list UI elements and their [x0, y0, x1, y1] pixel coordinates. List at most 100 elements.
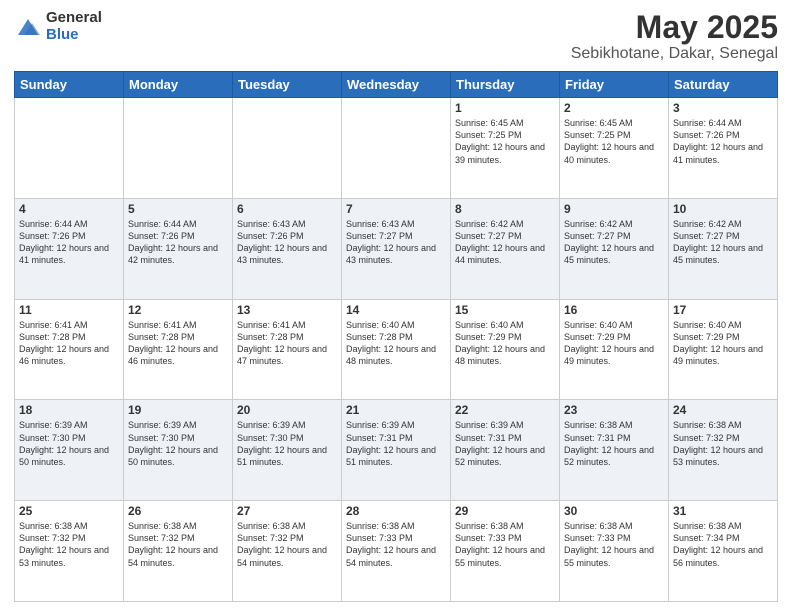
table-row: 8 Sunrise: 6:42 AMSunset: 7:27 PMDaylight…	[451, 198, 560, 299]
table-row: 14 Sunrise: 6:40 AMSunset: 7:28 PMDayligh…	[342, 299, 451, 400]
cell-number: 6	[237, 202, 337, 216]
table-row: 21 Sunrise: 6:39 AMSunset: 7:31 PMDayligh…	[342, 400, 451, 501]
cell-number: 21	[346, 403, 446, 417]
table-row: 18 Sunrise: 6:39 AMSunset: 7:30 PMDayligh…	[15, 400, 124, 501]
cell-number: 3	[673, 101, 773, 115]
cell-number: 14	[346, 303, 446, 317]
logo: General Blue	[14, 10, 102, 43]
cell-number: 30	[564, 504, 664, 518]
cell-info: Sunrise: 6:42 AMSunset: 7:27 PMDaylight:…	[673, 219, 763, 265]
cell-number: 24	[673, 403, 773, 417]
cell-info: Sunrise: 6:43 AMSunset: 7:27 PMDaylight:…	[346, 219, 436, 265]
cell-info: Sunrise: 6:44 AMSunset: 7:26 PMDaylight:…	[673, 118, 763, 164]
header-friday: Friday	[560, 72, 669, 98]
cell-number: 20	[237, 403, 337, 417]
table-row: 11 Sunrise: 6:41 AMSunset: 7:28 PMDayligh…	[15, 299, 124, 400]
cell-info: Sunrise: 6:38 AMSunset: 7:31 PMDaylight:…	[564, 420, 654, 466]
cell-number: 26	[128, 504, 228, 518]
table-row: 17Sunrise: 6:40 AMSunset: 7:29 PMDayligh…	[669, 299, 778, 400]
table-row: 22 Sunrise: 6:39 AMSunset: 7:31 PMDayligh…	[451, 400, 560, 501]
cell-number: 17	[673, 303, 773, 317]
cell-info: Sunrise: 6:38 AMSunset: 7:33 PMDaylight:…	[346, 521, 436, 567]
table-row	[124, 98, 233, 199]
table-row	[342, 98, 451, 199]
cell-number: 18	[19, 403, 119, 417]
calendar-week-row: 18 Sunrise: 6:39 AMSunset: 7:30 PMDayligh…	[15, 400, 778, 501]
cell-info: Sunrise: 6:40 AMSunset: 7:28 PMDaylight:…	[346, 320, 436, 366]
cell-number: 7	[346, 202, 446, 216]
cell-info: Sunrise: 6:38 AMSunset: 7:32 PMDaylight:…	[19, 521, 109, 567]
table-row: 30 Sunrise: 6:38 AMSunset: 7:33 PMDayligh…	[560, 501, 669, 602]
cell-info: Sunrise: 6:41 AMSunset: 7:28 PMDaylight:…	[19, 320, 109, 366]
cell-info: Sunrise: 6:39 AMSunset: 7:31 PMDaylight:…	[346, 420, 436, 466]
cell-number: 4	[19, 202, 119, 216]
cell-number: 23	[564, 403, 664, 417]
cell-number: 1	[455, 101, 555, 115]
cell-info: Sunrise: 6:39 AMSunset: 7:31 PMDaylight:…	[455, 420, 545, 466]
cell-number: 31	[673, 504, 773, 518]
cell-info: Sunrise: 6:41 AMSunset: 7:28 PMDaylight:…	[128, 320, 218, 366]
cell-number: 8	[455, 202, 555, 216]
cell-number: 2	[564, 101, 664, 115]
page: General Blue May 2025 Sebikhotane, Dakar…	[0, 0, 792, 612]
cell-number: 19	[128, 403, 228, 417]
cell-info: Sunrise: 6:38 AMSunset: 7:33 PMDaylight:…	[564, 521, 654, 567]
cell-info: Sunrise: 6:39 AMSunset: 7:30 PMDaylight:…	[128, 420, 218, 466]
cell-number: 29	[455, 504, 555, 518]
logo-blue: Blue	[46, 27, 102, 44]
cell-info: Sunrise: 6:40 AMSunset: 7:29 PMDaylight:…	[564, 320, 654, 366]
cell-info: Sunrise: 6:43 AMSunset: 7:26 PMDaylight:…	[237, 219, 327, 265]
cell-number: 25	[19, 504, 119, 518]
calendar-subtitle: Sebikhotane, Dakar, Senegal	[571, 45, 778, 63]
cell-info: Sunrise: 6:38 AMSunset: 7:32 PMDaylight:…	[237, 521, 327, 567]
cell-number: 22	[455, 403, 555, 417]
cell-info: Sunrise: 6:44 AMSunset: 7:26 PMDaylight:…	[19, 219, 109, 265]
cell-info: Sunrise: 6:38 AMSunset: 7:33 PMDaylight:…	[455, 521, 545, 567]
table-row: 31 Sunrise: 6:38 AMSunset: 7:34 PMDayligh…	[669, 501, 778, 602]
table-row: 2 Sunrise: 6:45 AMSunset: 7:25 PMDaylight…	[560, 98, 669, 199]
cell-info: Sunrise: 6:39 AMSunset: 7:30 PMDaylight:…	[19, 420, 109, 466]
table-row	[233, 98, 342, 199]
calendar-table: Sunday Monday Tuesday Wednesday Thursday…	[14, 71, 778, 602]
cell-number: 16	[564, 303, 664, 317]
table-row: 29 Sunrise: 6:38 AMSunset: 7:33 PMDayligh…	[451, 501, 560, 602]
cell-number: 28	[346, 504, 446, 518]
table-row: 7 Sunrise: 6:43 AMSunset: 7:27 PMDaylight…	[342, 198, 451, 299]
cell-info: Sunrise: 6:42 AMSunset: 7:27 PMDaylight:…	[455, 219, 545, 265]
table-row: 9 Sunrise: 6:42 AMSunset: 7:27 PMDaylight…	[560, 198, 669, 299]
cell-number: 13	[237, 303, 337, 317]
cell-number: 5	[128, 202, 228, 216]
table-row: 1 Sunrise: 6:45 AMSunset: 7:25 PMDaylight…	[451, 98, 560, 199]
cell-info: Sunrise: 6:38 AMSunset: 7:32 PMDaylight:…	[673, 420, 763, 466]
table-row: 27 Sunrise: 6:38 AMSunset: 7:32 PMDayligh…	[233, 501, 342, 602]
calendar-week-row: 25 Sunrise: 6:38 AMSunset: 7:32 PMDayligh…	[15, 501, 778, 602]
cell-number: 11	[19, 303, 119, 317]
table-row: 20 Sunrise: 6:39 AMSunset: 7:30 PMDayligh…	[233, 400, 342, 501]
calendar-header-row: Sunday Monday Tuesday Wednesday Thursday…	[15, 72, 778, 98]
calendar-week-row: 4 Sunrise: 6:44 AMSunset: 7:26 PMDaylight…	[15, 198, 778, 299]
logo-general: General	[46, 10, 102, 27]
cell-number: 15	[455, 303, 555, 317]
cell-info: Sunrise: 6:42 AMSunset: 7:27 PMDaylight:…	[564, 219, 654, 265]
table-row: 12Sunrise: 6:41 AMSunset: 7:28 PMDayligh…	[124, 299, 233, 400]
table-row: 26 Sunrise: 6:38 AMSunset: 7:32 PMDayligh…	[124, 501, 233, 602]
cell-info: Sunrise: 6:38 AMSunset: 7:34 PMDaylight:…	[673, 521, 763, 567]
cell-info: Sunrise: 6:38 AMSunset: 7:32 PMDaylight:…	[128, 521, 218, 567]
cell-info: Sunrise: 6:45 AMSunset: 7:25 PMDaylight:…	[564, 118, 654, 164]
table-row: 28 Sunrise: 6:38 AMSunset: 7:33 PMDayligh…	[342, 501, 451, 602]
cell-info: Sunrise: 6:39 AMSunset: 7:30 PMDaylight:…	[237, 420, 327, 466]
cell-number: 27	[237, 504, 337, 518]
table-row: 10Sunrise: 6:42 AMSunset: 7:27 PMDayligh…	[669, 198, 778, 299]
header-tuesday: Tuesday	[233, 72, 342, 98]
table-row: 4 Sunrise: 6:44 AMSunset: 7:26 PMDaylight…	[15, 198, 124, 299]
table-row: 24 Sunrise: 6:38 AMSunset: 7:32 PMDayligh…	[669, 400, 778, 501]
header-wednesday: Wednesday	[342, 72, 451, 98]
cell-number: 9	[564, 202, 664, 216]
header-monday: Monday	[124, 72, 233, 98]
logo-text: General Blue	[46, 10, 102, 43]
table-row: 16 Sunrise: 6:40 AMSunset: 7:29 PMDayligh…	[560, 299, 669, 400]
cell-info: Sunrise: 6:45 AMSunset: 7:25 PMDaylight:…	[455, 118, 545, 164]
table-row: 5Sunrise: 6:44 AMSunset: 7:26 PMDaylight…	[124, 198, 233, 299]
header: General Blue May 2025 Sebikhotane, Dakar…	[14, 10, 778, 63]
header-saturday: Saturday	[669, 72, 778, 98]
